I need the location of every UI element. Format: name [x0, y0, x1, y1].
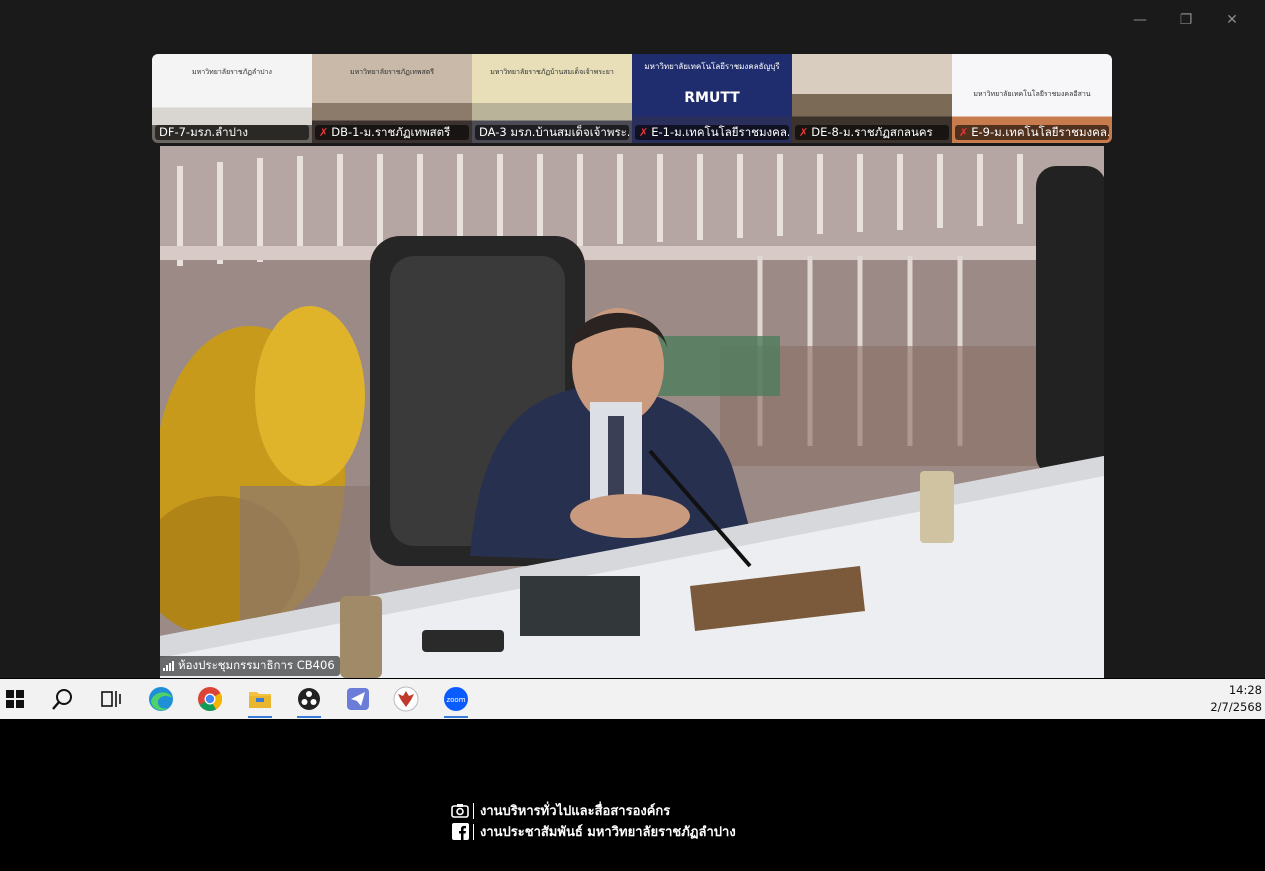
file-explorer-icon[interactable] — [236, 679, 284, 719]
divider — [473, 802, 474, 819]
participant-thumbnail-strip: มหาวิทยาลัยราชภัฏลำปาง DF-7-มรภ.ลำปาง มห… — [152, 54, 1112, 143]
close-button[interactable]: ✕ — [1209, 8, 1255, 32]
zoom-window: — ❐ ✕ มหาวิทยาลัยราชภัฏลำปาง DF-7-มรภ.ลำ… — [0, 0, 1265, 678]
video-frame — [160, 146, 1104, 678]
mic-muted-icon: ✗ — [799, 126, 809, 139]
participant-tile[interactable]: มหาวิทยาลัยราชภัฏลำปาง DF-7-มรภ.ลำปาง — [152, 54, 312, 143]
mic-muted-icon: ✗ — [959, 126, 969, 139]
participant-name: ✗ DB-1-ม.ราชภัฏเทพสตรี — [315, 125, 469, 140]
system-clock[interactable]: 14:28 2/7/2568 — [1210, 682, 1262, 716]
participant-name: DA-3 มรภ.บ้านสมเด็จเจ้าพระ... — [475, 125, 629, 140]
participant-name: ✗ E-1-ม.เทคโนโลยีราชมงคล... — [635, 125, 789, 140]
credits-caption: งานบริหารทั่วไปและสื่อสารองค์กร งานประชา… — [450, 800, 736, 842]
backdrop-sign-text: มหาวิทยาลัยราชภัฏลำปาง — [192, 68, 272, 76]
divider — [473, 823, 474, 840]
credit-text: งานประชาสัมพันธ์ มหาวิทยาลัยราชภัฏลำปาง — [480, 825, 736, 840]
chrome-icon[interactable] — [186, 679, 234, 719]
feedback-app-icon[interactable] — [334, 679, 382, 719]
brand-text: RMUTT — [684, 90, 740, 106]
minimize-button[interactable]: — — [1117, 8, 1163, 32]
garuda-app-icon[interactable] — [382, 679, 430, 719]
credit-row: งานประชาสัมพันธ์ มหาวิทยาลัยราชภัฏลำปาง — [450, 821, 736, 842]
search-icon[interactable] — [39, 679, 87, 719]
active-speaker-name: ห้องประชุมกรรมาธิการ CB406 — [160, 656, 340, 676]
windows-start-icon[interactable] — [0, 679, 39, 719]
backdrop-sign-text: มหาวิทยาลัยเทคโนโลยีราชมงคลธัญบุรี — [644, 62, 780, 71]
taskbar: zoom 14:28 2/7/2568 — [0, 679, 1265, 719]
active-speaker-video[interactable]: ห้องประชุมกรรมาธิการ CB406 — [160, 146, 1104, 678]
obs-icon[interactable] — [285, 679, 333, 719]
mic-muted-icon: ✗ — [319, 126, 329, 139]
clock-time: 14:28 — [1228, 683, 1262, 697]
credit-row: งานบริหารทั่วไปและสื่อสารองค์กร — [450, 800, 736, 821]
task-view-icon[interactable] — [87, 679, 135, 719]
backdrop-sign-text: มหาวิทยาลัยราชภัฏเทพสตรี — [349, 68, 435, 76]
zoom-logo-text: zoom — [446, 696, 465, 704]
window-controls: — ❐ ✕ — [1117, 8, 1255, 32]
clock-date: 2/7/2568 — [1210, 700, 1262, 714]
participant-tile[interactable]: มหาวิทยาลัยราชภัฏเทพสตรี ✗ DB-1-ม.ราชภัฏ… — [312, 54, 472, 143]
participant-tile[interactable]: มหาวิทยาลัยราชภัฏบ้านสมเด็จเจ้าพระยา DA-… — [472, 54, 632, 143]
participant-tile[interactable]: ✗ DE-8-ม.ราชภัฏสกลนคร — [792, 54, 952, 143]
participant-name: ✗ E-9-ม.เทคโนโลยีราชมงคล... — [955, 125, 1109, 140]
participant-tile[interactable]: มหาวิทยาลัยเทคโนโลยีราชมงคลธัญบุรี RMUTT… — [632, 54, 792, 143]
backdrop-sign-text: มหาวิทยาลัยราชภัฏบ้านสมเด็จเจ้าพระยา — [490, 68, 614, 76]
edge-icon[interactable] — [137, 679, 185, 719]
restore-button[interactable]: ❐ — [1163, 8, 1209, 32]
credit-text: งานบริหารทั่วไปและสื่อสารองค์กร — [480, 804, 671, 819]
zoom-icon[interactable]: zoom — [432, 679, 480, 719]
mic-muted-icon: ✗ — [639, 126, 649, 139]
facebook-icon — [450, 823, 470, 841]
backdrop-sign-text: มหาวิทยาลัยเทคโนโลยีราชมงคลอีสาน — [973, 90, 1091, 98]
participant-tile[interactable]: มหาวิทยาลัยเทคโนโลยีราชมงคลอีสาน ✗ E-9-ม… — [952, 54, 1112, 143]
camera-icon — [450, 802, 470, 820]
participant-name: ✗ DE-8-ม.ราชภัฏสกลนคร — [795, 125, 949, 140]
connection-signal-icon — [163, 661, 174, 671]
participant-name: DF-7-มรภ.ลำปาง — [155, 125, 309, 140]
